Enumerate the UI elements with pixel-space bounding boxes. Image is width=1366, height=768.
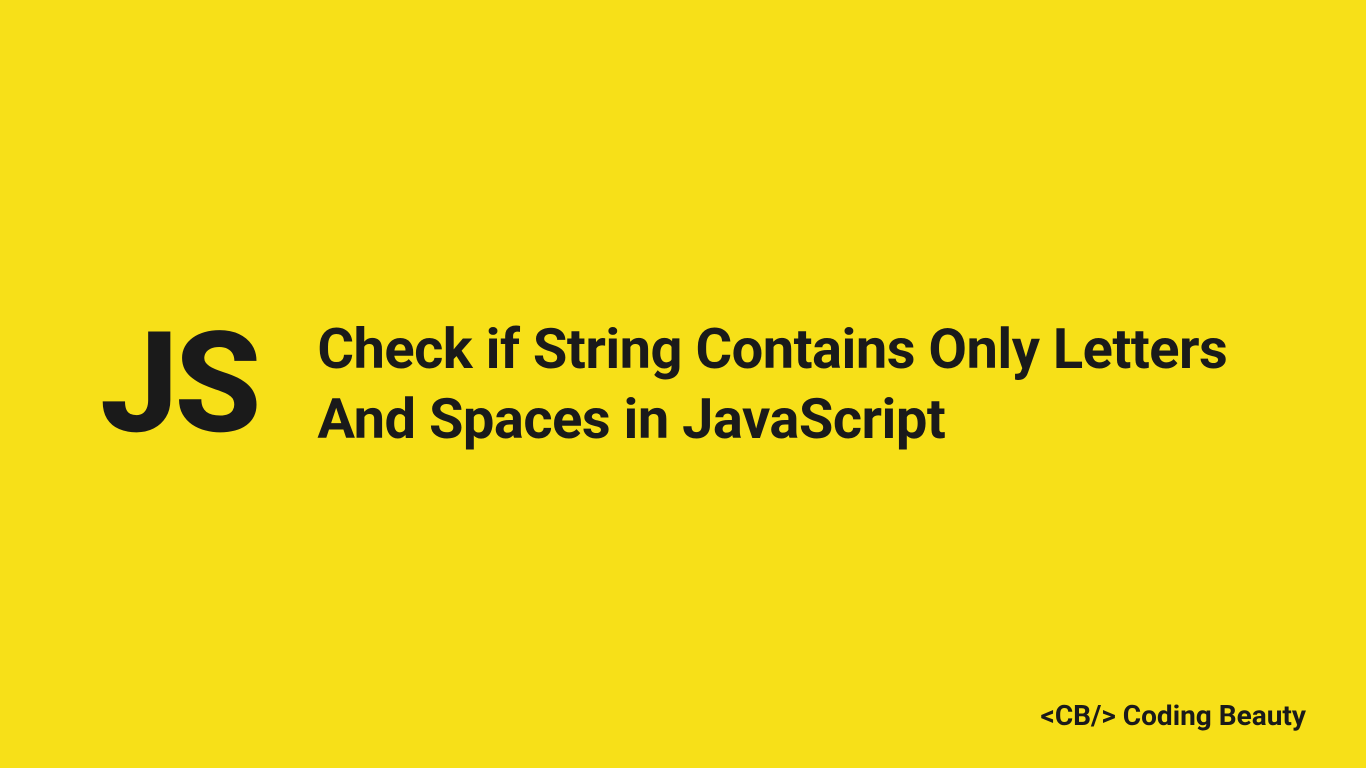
js-badge: JS [100,314,257,454]
article-title: Check if String Contains Only Letters An… [317,314,1266,454]
brand-footer: <CB/> Coding Beauty [1041,699,1306,732]
content-wrapper: JS Check if String Contains Only Letters… [0,0,1366,768]
